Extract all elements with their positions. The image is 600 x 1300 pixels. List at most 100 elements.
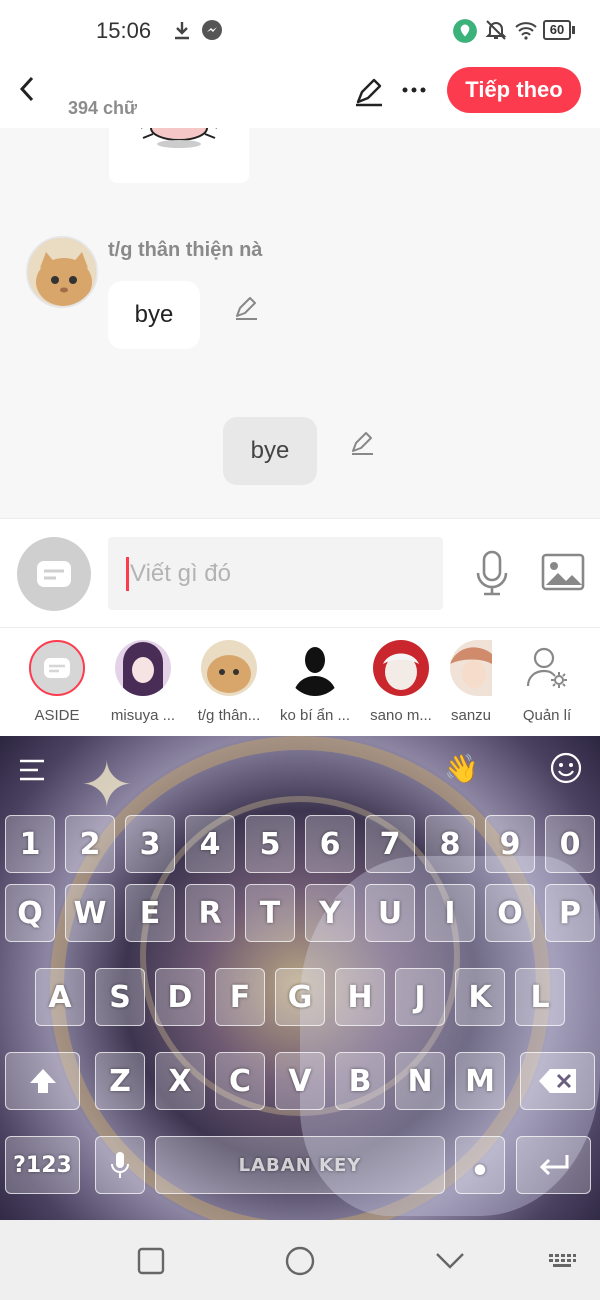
character-label: ASIDE <box>34 707 80 724</box>
battery-icon: 60 <box>543 20 571 40</box>
image-icon[interactable] <box>540 551 586 593</box>
edit-icon[interactable] <box>352 74 386 108</box>
character-label: t/g thân... <box>197 707 261 724</box>
character-item-aside[interactable]: ASIDE <box>14 640 100 730</box>
key-v[interactable]: V <box>275 1052 325 1110</box>
back-nav-icon[interactable] <box>433 1244 467 1278</box>
manage-label: Quản lí <box>522 707 572 724</box>
message-bubble[interactable]: bye <box>108 281 200 349</box>
key-2[interactable]: 2 <box>65 815 115 873</box>
next-button[interactable]: Tiếp theo <box>447 67 581 113</box>
backspace-icon <box>538 1069 576 1093</box>
key-b[interactable]: B <box>335 1052 385 1110</box>
character-item[interactable]: sano m... <box>358 640 444 730</box>
key-d[interactable]: D <box>155 968 205 1026</box>
key-x[interactable]: X <box>155 1052 205 1110</box>
period-key[interactable]: • <box>455 1136 505 1194</box>
character-label: sano m... <box>370 707 432 724</box>
keyboard: ✦ 👋 1 2 3 4 5 6 7 8 9 0 Q W E R T Y U I … <box>0 736 600 1220</box>
character-item[interactable]: misuya ... <box>100 640 186 730</box>
narration-bubble[interactable]: bye <box>223 417 317 485</box>
enter-key[interactable] <box>516 1136 591 1194</box>
character-avatar <box>201 640 257 696</box>
enter-icon <box>539 1155 568 1176</box>
key-4[interactable]: 4 <box>185 815 235 873</box>
shift-icon <box>29 1069 56 1093</box>
key-k[interactable]: K <box>455 968 505 1026</box>
sticker-image <box>109 128 249 183</box>
battery-level: 60 <box>549 22 565 37</box>
backspace-key[interactable] <box>520 1052 595 1110</box>
keyboard-switch-icon[interactable] <box>548 1244 576 1278</box>
wave-emoji-suggestion[interactable]: 👋 <box>444 752 479 785</box>
status-bar: 15:06 60 <box>0 0 600 60</box>
messenger-icon <box>202 20 222 40</box>
character-label: ko bí ẩn ... <box>279 707 351 724</box>
bell-off-icon <box>485 20 507 40</box>
character-label: sanzu <box>450 707 492 724</box>
key-w[interactable]: W <box>65 884 115 942</box>
key-6[interactable]: 6 <box>305 815 355 873</box>
key-c[interactable]: C <box>215 1052 265 1110</box>
shift-key[interactable] <box>5 1052 80 1110</box>
voice-key[interactable] <box>95 1136 145 1194</box>
key-m[interactable]: M <box>455 1052 505 1110</box>
back-button[interactable] <box>14 72 42 106</box>
aside-toggle-button[interactable] <box>17 537 91 611</box>
key-h[interactable]: H <box>335 968 385 1026</box>
key-5[interactable]: 5 <box>245 815 295 873</box>
sender-avatar[interactable] <box>26 236 98 308</box>
key-f[interactable]: F <box>215 968 265 1026</box>
input-bar <box>0 518 600 628</box>
status-time: 15:06 <box>96 18 152 43</box>
manage-characters-button[interactable]: Quản lí <box>504 640 590 730</box>
key-g[interactable]: G <box>275 968 325 1026</box>
character-selector: ASIDE misuya ... t/g thân... ko bí ẩn ..… <box>0 628 600 736</box>
character-avatar <box>373 640 429 696</box>
edit-message-icon[interactable] <box>348 429 376 457</box>
key-i[interactable]: I <box>425 884 475 942</box>
text-caret <box>126 557 129 591</box>
star-decoration: ✦ <box>80 749 134 821</box>
aside-avatar <box>29 640 85 696</box>
key-0[interactable]: 0 <box>545 815 595 873</box>
key-a[interactable]: A <box>35 968 85 1026</box>
key-l[interactable]: L <box>515 968 565 1026</box>
key-q[interactable]: Q <box>5 884 55 942</box>
recent-apps-icon[interactable] <box>134 1244 168 1278</box>
more-options-icon[interactable] <box>400 78 428 102</box>
home-icon[interactable] <box>283 1244 317 1278</box>
emoji-icon[interactable] <box>550 752 582 784</box>
key-j[interactable]: J <box>395 968 445 1026</box>
key-1[interactable]: 1 <box>5 815 55 873</box>
edit-message-icon[interactable] <box>232 294 260 322</box>
character-avatar <box>115 640 171 696</box>
symbols-key[interactable]: ?123 <box>5 1136 80 1194</box>
key-e[interactable]: E <box>125 884 175 942</box>
message-input[interactable] <box>108 537 443 610</box>
key-n[interactable]: N <box>395 1052 445 1110</box>
key-s[interactable]: S <box>95 968 145 1026</box>
wifi-icon <box>515 22 537 40</box>
microphone-icon[interactable] <box>472 549 512 597</box>
space-key[interactable]: LABAN KEY <box>155 1136 445 1194</box>
aside-icon <box>44 658 70 678</box>
key-u[interactable]: U <box>365 884 415 942</box>
key-t[interactable]: T <box>245 884 295 942</box>
key-p[interactable]: P <box>545 884 595 942</box>
keyboard-menu-icon[interactable] <box>18 758 48 782</box>
key-r[interactable]: R <box>185 884 235 942</box>
key-3[interactable]: 3 <box>125 815 175 873</box>
key-7[interactable]: 7 <box>365 815 415 873</box>
character-item[interactable]: t/g thân... <box>186 640 272 730</box>
character-item[interactable]: ko bí ẩn ... <box>272 640 358 730</box>
key-o[interactable]: O <box>485 884 535 942</box>
user-settings-icon <box>526 647 567 688</box>
chat-area[interactable]: t/g thân thiện nà bye bye <box>0 128 600 518</box>
character-item[interactable]: sanzu <box>436 640 506 730</box>
key-9[interactable]: 9 <box>485 815 535 873</box>
key-8[interactable]: 8 <box>425 815 475 873</box>
key-y[interactable]: Y <box>305 884 355 942</box>
character-avatar <box>287 640 343 696</box>
key-z[interactable]: Z <box>95 1052 145 1110</box>
